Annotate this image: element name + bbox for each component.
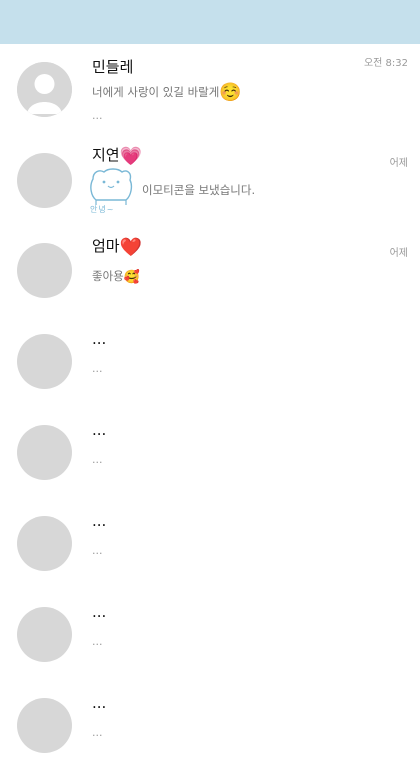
chat-last-message: ... (92, 453, 103, 466)
chat-row-6[interactable]: ... ... (0, 499, 420, 590)
chat-time: 오전 8:32 (363, 58, 408, 69)
avatar (17, 243, 72, 298)
chat-row-4[interactable]: ... ... (0, 317, 420, 408)
chat-row-3[interactable]: 엄마❤️ 좋아용🥰 어제 (0, 226, 420, 317)
chat-name-text: 지연 (92, 146, 120, 164)
message-text: 너에게 사랑이 있길 바랄게 (92, 85, 220, 99)
message-preview-continued: ... (92, 109, 103, 122)
chat-row-7[interactable]: ... ... (0, 590, 420, 681)
chat-time: 어제 (389, 248, 408, 259)
chat-last-message: 이모티콘을 보냈습니다. (142, 183, 256, 197)
smiling-emoji-icon: ☺️ (219, 82, 242, 103)
sticker-caption: 안녕~ (90, 205, 115, 214)
chat-last-message: ... (92, 726, 103, 739)
avatar (17, 334, 72, 389)
chat-name: 엄마❤️ (92, 236, 142, 257)
chat-name: ... (92, 421, 107, 439)
chat-name: ... (92, 603, 107, 621)
chat-last-message: 너에게 사랑이 있길 바랄게☺️ (92, 84, 242, 102)
chat-time: 어제 (389, 158, 408, 169)
avatar-default (17, 62, 72, 117)
avatar (17, 153, 72, 208)
avatar (17, 516, 72, 571)
chat-name: 지연💗 (92, 145, 142, 166)
chat-name-text: 엄마 (92, 237, 120, 255)
chat-name: ... (92, 694, 107, 712)
message-text: 좋아용 (92, 269, 124, 283)
avatar (17, 698, 72, 753)
chat-last-message: ... (92, 635, 103, 648)
red-heart-emoji-icon: ❤️ (119, 237, 143, 258)
smiling-hearts-emoji-icon: 🥰 (123, 270, 140, 285)
avatar (17, 425, 72, 480)
chat-last-message: ... (92, 544, 103, 557)
chat-name: ... (92, 512, 107, 530)
chat-row-2[interactable]: 지연💗 안녕~ 이모티콘을 보냈습니다. 어제 (0, 135, 420, 226)
top-bar (0, 0, 420, 44)
chat-last-message: 좋아용🥰 (92, 268, 140, 287)
chat-name-text: 민들레 (92, 58, 134, 76)
chat-name: 민들레 (92, 57, 133, 77)
chat-row-5[interactable]: ... ... (0, 408, 420, 499)
chat-name: ... (92, 330, 107, 348)
avatar (17, 607, 72, 662)
chat-row-8[interactable]: ... ... (0, 681, 420, 760)
person-silhouette-icon (17, 62, 72, 117)
pink-heart-emoji-icon: 💗 (119, 146, 143, 167)
chat-last-message: ... (92, 362, 103, 375)
chat-row-1[interactable]: 민들레 너에게 사랑이 있길 바랄게☺️ ... 오전 8:32 (0, 44, 420, 135)
